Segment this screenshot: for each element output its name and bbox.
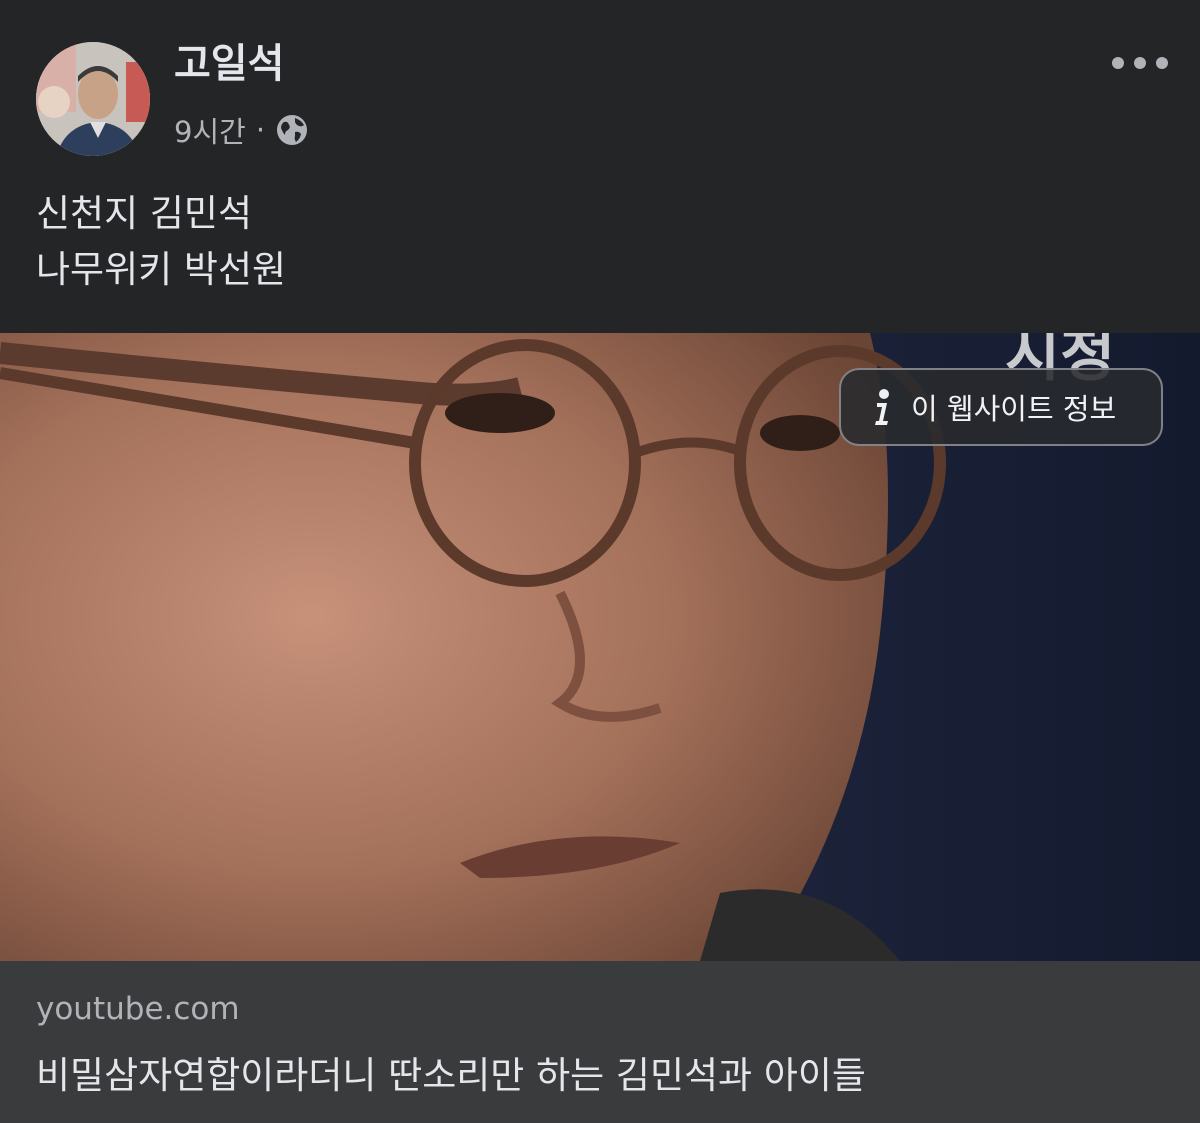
globe-icon[interactable]	[275, 113, 309, 147]
post-text-line: 나무위키 박선원	[36, 248, 287, 291]
website-info-button[interactable]: 이 웹사이트 정보	[839, 368, 1163, 446]
website-info-label: 이 웹사이트 정보	[911, 392, 1117, 426]
post-header: 고일석 9시간 ·	[0, 0, 1200, 180]
author-avatar[interactable]	[36, 42, 150, 156]
link-preview-footer[interactable]: youtube.com 비밀삼자연합이라더니 딴소리만 하는 김민석과 아이들	[0, 961, 1200, 1123]
info-icon	[867, 387, 897, 427]
author-name[interactable]: 고일석	[174, 36, 284, 92]
link-domain: youtube.com	[36, 991, 240, 1027]
facebook-post: 고일석 9시간 · 신천지 김민석 나무위키 박선원 시청 이 웹사이트 정보 …	[0, 0, 1200, 1123]
post-meta: 9시간 ·	[174, 110, 309, 150]
meta-separator: ·	[255, 113, 266, 147]
more-options-icon[interactable]	[1112, 48, 1168, 78]
link-title[interactable]: 비밀삼자연합이라더니 딴소리만 하는 김민석과 아이들	[36, 1045, 866, 1099]
post-timestamp[interactable]: 9시간	[174, 109, 246, 151]
post-text-line: 신천지 김민석	[36, 192, 253, 235]
post-text: 신천지 김민석 나무위키 박선원	[36, 186, 1156, 298]
